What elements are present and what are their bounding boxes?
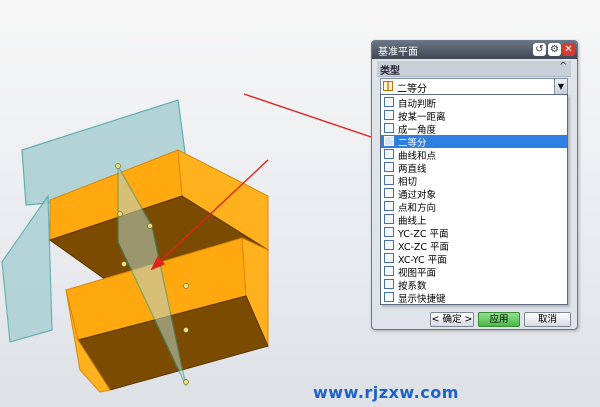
two-lines-icon — [384, 162, 394, 172]
chevron-down-icon[interactable]: ▼ — [554, 79, 567, 94]
datum-plane-dialog: 基准平面 ↺ ⚙ ✕ 类型 ^ 二等分 ▼ 自动判断 按某一距离 成一角度 二等分 曲线… — [371, 40, 578, 330]
type-option-label: 显示快捷键 — [398, 294, 446, 305]
cancel-button[interactable]: 取消 — [524, 312, 571, 327]
type-option-label: 曲线和点 — [398, 151, 437, 162]
type-option-label: YC-ZC 平面 — [398, 229, 449, 240]
tangent-icon — [384, 175, 394, 185]
through-object-icon — [384, 188, 394, 198]
type-option[interactable]: XC-YC 平面 — [381, 252, 567, 266]
auto-infer-icon — [384, 97, 394, 107]
shortcut-icon — [384, 292, 394, 302]
type-option[interactable]: 曲线上 — [381, 213, 567, 227]
type-option-label: 按系数 — [398, 281, 427, 292]
reset-icon[interactable]: ↺ — [533, 43, 546, 56]
type-option-label: 相切 — [398, 177, 418, 188]
type-option-label: 通过对象 — [398, 190, 437, 201]
type-option[interactable]: XC-ZC 平面 — [381, 239, 567, 253]
type-option-label: 成一角度 — [398, 125, 437, 136]
bisector-icon — [384, 136, 394, 146]
datum-plane-left[interactable] — [1, 194, 53, 343]
apply-button[interactable]: 应用 — [478, 312, 520, 327]
close-icon[interactable]: ✕ — [562, 43, 575, 56]
type-option[interactable]: 曲线和点 — [381, 148, 567, 162]
distance-icon — [384, 110, 394, 120]
type-option-label: 自动判断 — [398, 99, 437, 110]
type-option-label: XC-YC 平面 — [398, 255, 447, 266]
type-option[interactable]: 两直线 — [381, 161, 567, 175]
type-select[interactable]: 二等分 ▼ — [380, 78, 568, 95]
type-option[interactable]: 自动判断 — [381, 96, 567, 110]
type-option-label: 按某一距离 — [398, 112, 446, 123]
type-option-label: XC-ZC 平面 — [398, 242, 450, 253]
curve-point-icon — [384, 149, 394, 159]
type-section-header[interactable]: 类型 ^ — [377, 61, 571, 77]
type-option[interactable]: 按系数 — [381, 278, 567, 292]
type-option[interactable]: 点和方向 — [381, 200, 567, 214]
type-section-title: 类型 — [380, 66, 400, 77]
type-option[interactable]: 成一角度 — [381, 122, 567, 136]
type-option[interactable]: 显示快捷键 — [381, 291, 567, 305]
xc-zc-plane-icon — [384, 240, 394, 250]
coefficients-icon — [384, 279, 394, 289]
type-option[interactable]: 通过对象 — [381, 187, 567, 201]
type-option-label: 曲线上 — [398, 216, 427, 227]
angle-icon — [384, 123, 394, 133]
yc-zc-plane-icon — [384, 227, 394, 237]
type-option-label: 二等分 — [398, 138, 427, 149]
type-option-label: 两直线 — [398, 164, 427, 175]
type-dropdown-list[interactable]: 自动判断按某一距离成一角度二等分曲线和点两直线相切通过对象点和方向曲线上 YC-Z… — [380, 94, 568, 305]
bisector-icon — [383, 81, 393, 91]
collapse-icon[interactable]: ^ — [559, 61, 567, 72]
type-option[interactable]: 相切 — [381, 174, 567, 188]
type-option[interactable]: 按某一距离 — [381, 109, 567, 123]
type-option[interactable]: 二等分 — [381, 135, 567, 149]
on-curve-icon — [384, 214, 394, 224]
dialog-title: 基准平面 — [378, 47, 418, 58]
type-option[interactable]: 视图平面 — [381, 265, 567, 279]
watermark: www.rjzxw.com — [313, 383, 459, 402]
type-select-value: 二等分 — [397, 84, 427, 95]
type-option-label: 视图平面 — [398, 268, 437, 279]
type-option-label: 点和方向 — [398, 203, 437, 214]
point-direction-icon — [384, 201, 394, 211]
view-plane-icon — [384, 266, 394, 276]
settings-icon[interactable]: ⚙ — [548, 43, 561, 56]
type-option[interactable]: YC-ZC 平面 — [381, 226, 567, 240]
xc-yc-plane-icon — [384, 253, 394, 263]
ok-button[interactable]: < 确定 > — [430, 312, 474, 327]
dialog-titlebar[interactable]: 基准平面 ↺ ⚙ ✕ — [372, 41, 577, 59]
